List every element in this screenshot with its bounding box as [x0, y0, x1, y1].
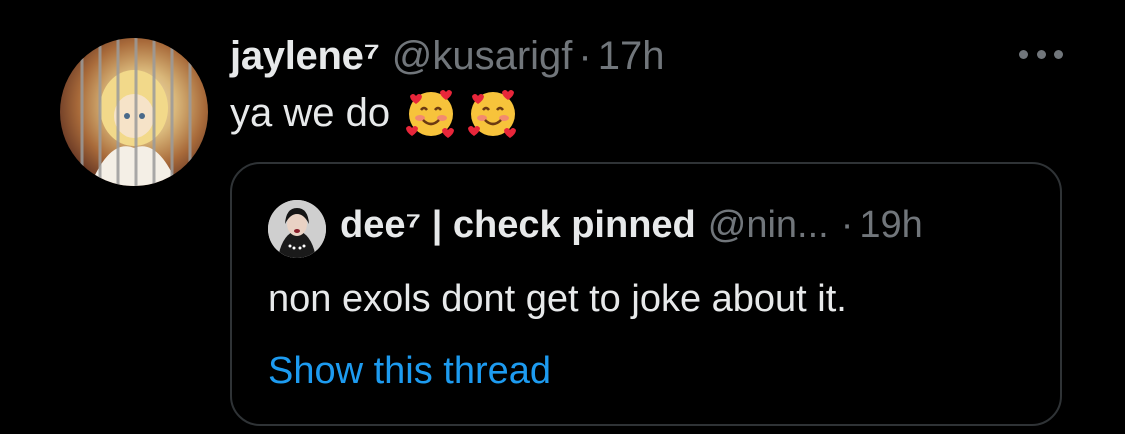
quote-text: non exols dont get to joke about it.: [268, 278, 847, 320]
smiling-face-with-hearts-icon: [406, 90, 455, 138]
separator-dot: ·: [840, 204, 854, 246]
timestamp[interactable]: 17h: [598, 34, 665, 79]
separator-dot: ·: [578, 34, 592, 78]
quote-timestamp[interactable]: 19h: [859, 204, 922, 247]
more-horizontal-icon[interactable]: [1019, 42, 1063, 66]
quote-display-name[interactable]: dee⁷ | check pinned: [340, 204, 696, 247]
more-dot: [1036, 49, 1046, 59]
display-name[interactable]: jaylene⁷: [230, 34, 380, 79]
show-thread-link[interactable]: Show this thread: [268, 350, 551, 393]
user-handle[interactable]: @kusarigf: [392, 34, 573, 79]
tweet-text: ya we do: [230, 90, 391, 135]
tweet-body: ya we do: [230, 86, 520, 140]
smiling-face-with-hearts-icon: [468, 90, 517, 138]
avatar-image: [80, 38, 192, 186]
quote-avatar[interactable]: [268, 200, 326, 258]
quote-header: dee⁷ | check pinned @nin... · 19h: [340, 204, 923, 247]
tweet-header: jaylene⁷ @kusarigf · 17h: [230, 34, 665, 86]
quote-tweet-card[interactable]: dee⁷ | check pinned @nin... · 19h non ex…: [230, 162, 1062, 426]
quote-user-handle[interactable]: @nin...: [708, 204, 829, 247]
more-dot: [1054, 49, 1063, 59]
more-dot: [1019, 49, 1028, 59]
tweet[interactable]: jaylene⁷ @kusarigf · 17h ya we do dee⁷ |…: [0, 0, 1125, 434]
avatar[interactable]: [60, 38, 208, 186]
quote-avatar-image: [268, 200, 326, 258]
